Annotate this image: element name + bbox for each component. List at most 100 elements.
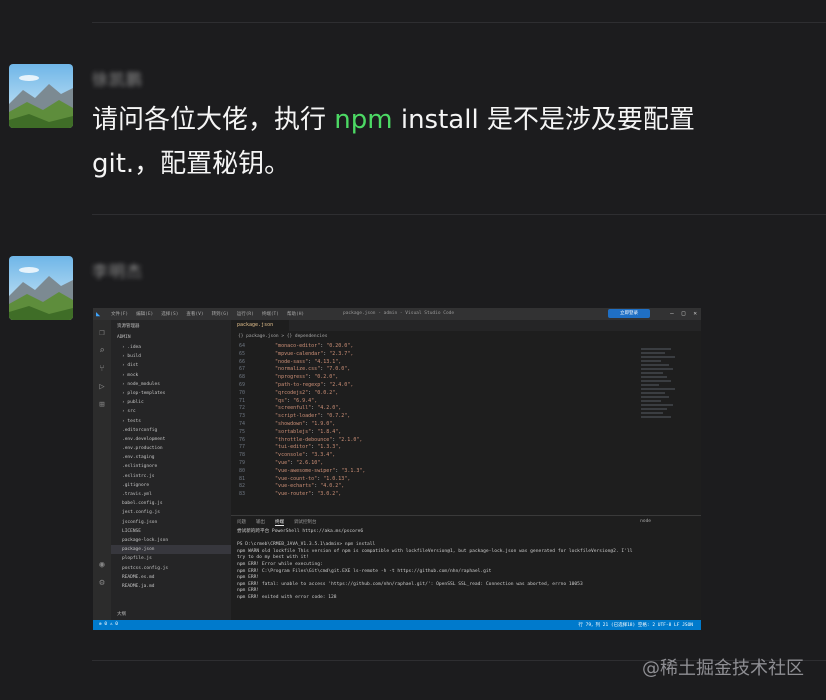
- code-line: 73 "script-loader": "0.7.2",: [238, 413, 351, 420]
- menu-item[interactable]: 终端(T): [262, 311, 279, 317]
- file-tree-item[interactable]: .env.development: [111, 435, 231, 444]
- message-separator: [92, 214, 826, 215]
- terminal-shell-selector[interactable]: node: [640, 519, 651, 524]
- file-tree-item[interactable]: postcss.config.js: [111, 564, 231, 573]
- panel-tab[interactable]: 终端: [275, 519, 284, 526]
- code-line: 80 "vue-awesome-swiper": "3.1.3",: [238, 467, 366, 474]
- close-icon[interactable]: ✕: [693, 310, 697, 317]
- file-tree-item[interactable]: › .idea: [111, 343, 231, 352]
- login-button[interactable]: 立即登录: [608, 309, 650, 318]
- settings-gear-icon[interactable]: ⚙: [93, 578, 111, 588]
- vscode-screenshot[interactable]: ◣ 文件(F) 编辑(E) 选择(S) 查看(V) 转到(G) 运行(R) 终端(T) 帮助(…: [93, 308, 701, 630]
- vscode-titlebar: ◣ 文件(F) 编辑(E) 选择(S) 查看(V) 转到(G) 运行(R) 终端(T) 帮助(…: [93, 308, 701, 320]
- username: 徐凯鹏: [92, 70, 144, 89]
- terminal-line: try to do my best with it!: [237, 555, 309, 561]
- file-tree-item[interactable]: .gitignore: [111, 481, 231, 490]
- file-tree-item[interactable]: .editorconfig: [111, 426, 231, 435]
- file-tree-item[interactable]: README.ja.md: [111, 582, 231, 591]
- code-line: 82 "vue-echarts": "4.0.2",: [238, 483, 345, 490]
- file-tree-item[interactable]: .travis.yml: [111, 490, 231, 499]
- terminal-line: npm ERR! C:\Program Files\Git\cmd\git.EX…: [237, 568, 492, 574]
- code-editor[interactable]: 64 "monaco-editor": "0.20.0", 65 "mpvue-c…: [231, 343, 631, 499]
- run-debug-icon[interactable]: ▷: [93, 382, 111, 392]
- window-controls: – □ ✕: [670, 310, 697, 317]
- code-line: 76 "throttle-debounce": "2.1.0",: [238, 436, 363, 443]
- panel-tab[interactable]: 输出: [256, 519, 265, 526]
- code-line: 64 "monaco-editor": "0.20.0",: [238, 343, 354, 349]
- menu-item[interactable]: 编辑(E): [136, 311, 153, 317]
- username: 李明杰: [92, 262, 144, 281]
- terminal-panel[interactable]: 问题 输出 终端 调试控制台 node 尝试新的跨平台 PowerShell http…: [231, 515, 701, 621]
- menu-item[interactable]: 帮助(H): [287, 311, 304, 317]
- vscode-logo-icon: ◣: [96, 310, 101, 318]
- file-tree-item[interactable]: package-lock.json: [111, 536, 231, 545]
- panel-tabs: 问题 输出 终端 调试控制台: [231, 516, 701, 529]
- file-tree-item[interactable]: package.json: [111, 545, 231, 555]
- outline-section[interactable]: 大纲: [111, 608, 132, 620]
- file-tree-item[interactable]: LICENSE: [111, 527, 231, 536]
- terminal-line: npm ERR! fatal: unable to access 'https:…: [237, 581, 583, 587]
- landscape-avatar-icon: [9, 256, 73, 320]
- source-control-icon[interactable]: ⑂: [93, 364, 111, 374]
- file-tree-item[interactable]: › plop-templates: [111, 389, 231, 398]
- explorer-icon[interactable]: ❐: [93, 328, 111, 338]
- file-tree-item[interactable]: .env.staging: [111, 453, 231, 462]
- search-icon[interactable]: ⌕: [93, 346, 111, 356]
- editor-status[interactable]: 行 79，列 21 (已选择18) 空格: 2 UTF-8 LF JSON: [578, 622, 693, 628]
- code-line: 75 "sortablejs": "1.8.4",: [238, 428, 342, 435]
- terminal-line: npm ERR! Error while executing:: [237, 561, 323, 567]
- terminal-output: 尝试新的跨平台 PowerShell https://aka.ms/pscore…: [231, 529, 701, 602]
- code-line: 70 "qrcodejs2": "0.0.2",: [238, 389, 339, 396]
- file-tree-item[interactable]: jest.config.js: [111, 508, 231, 517]
- avatar[interactable]: [9, 64, 73, 128]
- file-tree-item[interactable]: babel.config.js: [111, 499, 231, 508]
- top-separator: [92, 22, 826, 23]
- avatar[interactable]: [9, 256, 73, 320]
- terminal-line: npm ERR! exited with error code: 128: [237, 594, 337, 600]
- file-tree-item[interactable]: › tests: [111, 417, 231, 426]
- terminal-line: 尝试新的跨平台 PowerShell https://aka.ms/pscore…: [237, 529, 364, 534]
- status-bar: ⊗ 0 ⚠ 0 行 79，列 21 (已选择18) 空格: 2 UTF-8 LF…: [93, 620, 701, 630]
- menu-item[interactable]: 转到(G): [212, 311, 229, 317]
- editor-tabs: package.json: [231, 320, 701, 331]
- file-tree-item[interactable]: jsconfig.json: [111, 518, 231, 527]
- file-tree-item[interactable]: › node_modules: [111, 380, 231, 389]
- file-tree-item[interactable]: › build: [111, 352, 231, 361]
- file-tree-item[interactable]: .eslintrc.js: [111, 472, 231, 481]
- file-tree-item[interactable]: plopfile.js: [111, 554, 231, 563]
- minimap[interactable]: [641, 346, 681, 496]
- code-line: 72 "screenfull": "4.2.0",: [238, 405, 342, 412]
- code-line: 77 "tui-editor": "1.3.3",: [238, 444, 342, 451]
- breadcrumb[interactable]: {} package.json > {} dependencies: [238, 334, 327, 339]
- root-folder[interactable]: ADMIN: [111, 332, 231, 343]
- menu-item[interactable]: 运行(R): [237, 311, 254, 317]
- panel-tab[interactable]: 问题: [237, 519, 246, 526]
- file-tree-item[interactable]: .env.production: [111, 444, 231, 453]
- file-tree-item[interactable]: › src: [111, 407, 231, 416]
- file-tree-item[interactable]: › public: [111, 398, 231, 407]
- minimize-icon[interactable]: –: [670, 310, 674, 317]
- problems-status[interactable]: ⊗ 0 ⚠ 0: [99, 622, 118, 627]
- watermark: @稀土掘金技术社区: [642, 658, 804, 679]
- file-tree: › .idea › build › dist › mock › node_modules…: [111, 343, 231, 591]
- landscape-avatar-icon: [9, 64, 73, 128]
- activity-bar: ❐ ⌕ ⑂ ▷ ⊞ ◉ ⚙: [93, 320, 111, 620]
- menu-item[interactable]: 选择(S): [161, 311, 178, 317]
- message-text: 请问各位大佬，执行 npm install 是不是涉及要配置 git.，配置秘钥…: [92, 98, 732, 186]
- account-icon[interactable]: ◉: [93, 560, 111, 570]
- file-tree-item[interactable]: › mock: [111, 371, 231, 380]
- maximize-icon[interactable]: □: [682, 310, 686, 317]
- highlighted-keyword: npm: [334, 105, 393, 135]
- code-line: 67 "normalize.css": "7.0.0",: [238, 366, 351, 373]
- menu-item[interactable]: 查看(V): [186, 311, 203, 317]
- menu-bar: 文件(F) 编辑(E) 选择(S) 查看(V) 转到(G) 运行(R) 终端(T) 帮助(H): [111, 311, 304, 317]
- file-tree-item[interactable]: README.es.md: [111, 573, 231, 582]
- message-text-part: 请问各位大佬，执行: [92, 105, 335, 135]
- panel-tab[interactable]: 调试控制台: [294, 519, 317, 526]
- file-tree-item[interactable]: › dist: [111, 361, 231, 370]
- code-line: 69 "path-to-regexp": "2.4.0",: [238, 381, 354, 388]
- file-tree-item[interactable]: .eslintignore: [111, 462, 231, 471]
- extensions-icon[interactable]: ⊞: [93, 400, 111, 410]
- tab-package-json[interactable]: package.json: [231, 320, 289, 331]
- menu-item[interactable]: 文件(F): [111, 311, 128, 317]
